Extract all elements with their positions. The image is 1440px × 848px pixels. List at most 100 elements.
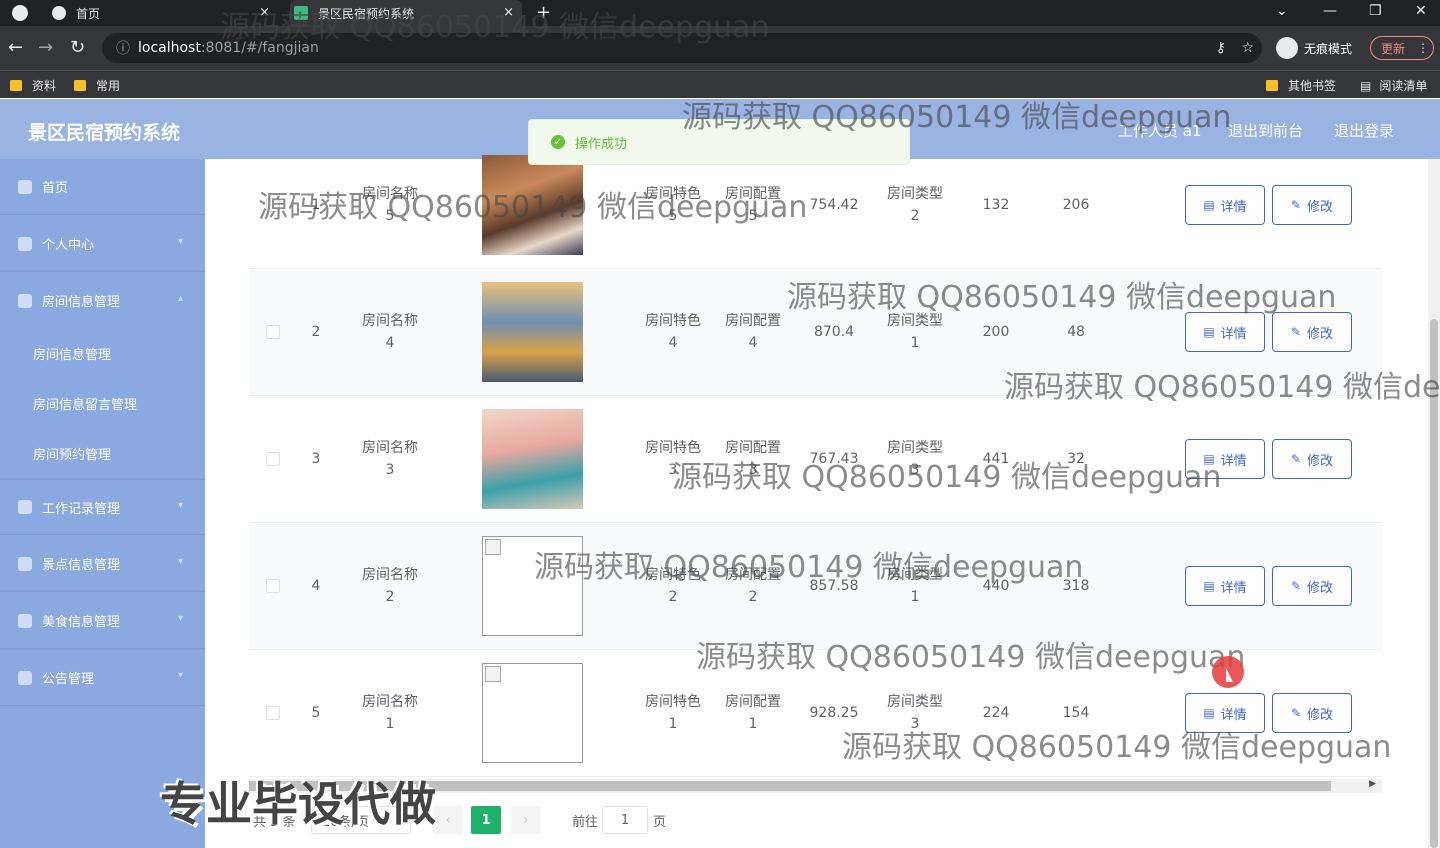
cell-value: 2 bbox=[748, 589, 758, 605]
grid-icon bbox=[18, 556, 32, 571]
close-icon[interactable]: × bbox=[503, 5, 514, 20]
cell-value: 3 bbox=[910, 716, 920, 732]
browser-tab-home[interactable]: 首页 × bbox=[52, 0, 278, 26]
cell-label: 房间名称 bbox=[362, 694, 418, 710]
next-page-button[interactable]: › bbox=[511, 806, 541, 834]
chrome-logo-icon bbox=[12, 5, 28, 21]
chevron-down-icon: ▾ bbox=[177, 236, 183, 247]
sidebar-subitem-room-info[interactable]: 房间信息管理 bbox=[0, 328, 205, 378]
detail-label: 详情 bbox=[1220, 580, 1247, 596]
scroll-right-icon[interactable]: ▶ bbox=[1369, 779, 1376, 789]
edit-icon: ✎ bbox=[1290, 452, 1302, 466]
room-count-b: 48 bbox=[1067, 324, 1085, 340]
cell-label: 房间类型 bbox=[887, 440, 943, 456]
close-icon[interactable]: × bbox=[259, 5, 270, 20]
sidebar-item-home[interactable]: 首页 bbox=[0, 159, 205, 215]
detail-button[interactable]: ▤ 详情 bbox=[1185, 185, 1265, 225]
chevron-down-icon[interactable]: ⌄ bbox=[1276, 3, 1288, 19]
detail-label: 详情 bbox=[1220, 326, 1247, 342]
close-window-icon[interactable]: ✕ bbox=[1415, 3, 1427, 19]
new-tab-button[interactable]: + bbox=[536, 2, 551, 23]
prev-page-button[interactable]: ‹ bbox=[433, 806, 463, 834]
page-suffix: 页 bbox=[653, 814, 667, 830]
edit-icon: ✎ bbox=[1290, 325, 1302, 339]
room-price: 870.4 bbox=[813, 324, 855, 340]
star-icon[interactable]: ☆ bbox=[1241, 40, 1254, 56]
cell-value: 1 bbox=[668, 716, 678, 732]
room-config-cell: 房间配置 2 bbox=[713, 564, 793, 608]
room-price: 928.25 bbox=[809, 705, 859, 721]
vertical-scrollbar[interactable] bbox=[1428, 159, 1440, 848]
sidebar-subitem-label: 房间预约管理 bbox=[33, 447, 112, 463]
chevron-down-icon: ▾ bbox=[177, 613, 183, 624]
edit-button[interactable]: ✎ 修改 bbox=[1272, 312, 1352, 352]
folder-icon bbox=[74, 80, 86, 91]
logout-link[interactable]: 退出登录 bbox=[1334, 120, 1394, 141]
key-icon[interactable]: ⚷ bbox=[1216, 40, 1226, 56]
room-price: 754.42 bbox=[809, 197, 859, 213]
sidebar-item-attractions[interactable]: 景点信息管理 ▾ bbox=[0, 536, 205, 592]
bookmark-folder[interactable]: 常用 bbox=[74, 77, 120, 94]
edit-label: 修改 bbox=[1307, 580, 1334, 596]
url-input[interactable]: ⓘ localhost :8081/#/fangjian ⚷ ☆ bbox=[102, 33, 1262, 63]
address-bar-row: ← → ↻ ⓘ localhost :8081/#/fangjian ⚷ ☆ 无… bbox=[0, 26, 1440, 70]
edit-label: 修改 bbox=[1307, 326, 1334, 342]
document-icon: ▤ bbox=[1203, 579, 1215, 593]
goto-page-input[interactable]: 1 bbox=[602, 806, 648, 834]
edit-button[interactable]: ✎ 修改 bbox=[1272, 693, 1352, 733]
room-feature-cell: 房间特色 1 bbox=[633, 691, 713, 735]
detail-button[interactable]: ▤ 详情 bbox=[1185, 566, 1265, 606]
edit-button[interactable]: ✎ 修改 bbox=[1272, 185, 1352, 225]
minimize-icon[interactable]: — bbox=[1323, 3, 1337, 19]
row-checkbox[interactable] bbox=[266, 325, 280, 339]
row-checkbox[interactable] bbox=[266, 579, 280, 593]
sidebar-item-notices[interactable]: 公告管理 ▾ bbox=[0, 650, 205, 706]
cell-value: 3 bbox=[668, 462, 678, 478]
update-button[interactable]: 更新 ⋮ bbox=[1370, 36, 1434, 60]
bookmark-folder[interactable]: 资料 bbox=[10, 77, 56, 94]
row-checkbox[interactable] bbox=[266, 452, 280, 466]
row-checkbox[interactable] bbox=[266, 706, 280, 720]
sidebar-item-work-log[interactable]: 工作记录管理 ▾ bbox=[0, 479, 205, 535]
edit-button[interactable]: ✎ 修改 bbox=[1272, 439, 1352, 479]
forward-icon[interactable]: → bbox=[38, 37, 53, 58]
room-image-broken bbox=[482, 663, 583, 763]
other-bookmarks[interactable]: 其他书签 bbox=[1266, 77, 1336, 94]
cell-label: 房间特色 bbox=[645, 694, 701, 710]
sidebar-subitem-room-comments[interactable]: 房间信息留言管理 bbox=[0, 378, 205, 428]
row-checkbox[interactable] bbox=[266, 198, 280, 212]
detail-label: 详情 bbox=[1220, 199, 1247, 215]
reading-list[interactable]: ▤ 阅读清单 bbox=[1360, 77, 1427, 94]
cell-value: 1 bbox=[910, 589, 920, 605]
room-name-cell: 房间名称 4 bbox=[349, 310, 431, 354]
sidebar-item-profile[interactable]: 个人中心 ▾ bbox=[0, 216, 205, 272]
sidebar-subitem-room-booking[interactable]: 房间预约管理 bbox=[0, 428, 205, 478]
back-to-front-link[interactable]: 退出到前台 bbox=[1228, 120, 1303, 141]
sidebar-item-rooms[interactable]: 房间信息管理 ▴ bbox=[0, 273, 205, 329]
success-toast: ✓ 操作成功 bbox=[528, 119, 910, 165]
reload-icon[interactable]: ↻ bbox=[70, 37, 85, 58]
room-image-broken bbox=[482, 536, 583, 636]
room-image bbox=[482, 409, 583, 509]
room-type-cell: 房间类型 3 bbox=[875, 691, 955, 735]
detail-button[interactable]: ▤ 详情 bbox=[1185, 312, 1265, 352]
page-number-current[interactable]: 1 bbox=[471, 806, 501, 834]
back-icon[interactable]: ← bbox=[8, 37, 23, 58]
sidebar-item-food[interactable]: 美食信息管理 ▾ bbox=[0, 593, 205, 649]
bookmark-label: 阅读清单 bbox=[1379, 79, 1428, 93]
tab-title: 景区民宿预约系统 bbox=[318, 6, 415, 21]
edit-icon: ✎ bbox=[1290, 579, 1302, 593]
document-icon: ▤ bbox=[1203, 198, 1215, 212]
restore-icon[interactable]: ❐ bbox=[1369, 3, 1382, 19]
detail-button[interactable]: ▤ 详情 bbox=[1185, 439, 1265, 479]
cell-label: 房间配置 bbox=[725, 694, 781, 710]
document-icon: ▤ bbox=[1203, 452, 1215, 466]
info-icon: ⓘ bbox=[116, 41, 130, 57]
detail-button[interactable]: ▤ 详情 bbox=[1185, 693, 1265, 733]
scroll-thumb[interactable] bbox=[1430, 319, 1438, 848]
browser-tab-active[interactable]: 景区民宿预约系统 × bbox=[290, 0, 522, 26]
edit-button[interactable]: ✎ 修改 bbox=[1272, 566, 1352, 606]
table-row: 3 房间名称 3 房间特色 3 房间配置 3 767.43 房间类型 3 441 32 ▤ 详情 ✎ 修改 bbox=[249, 396, 1382, 523]
incognito-indicator[interactable]: 无痕模式 bbox=[1276, 35, 1352, 61]
room-type-cell: 房间类型 1 bbox=[875, 564, 955, 608]
